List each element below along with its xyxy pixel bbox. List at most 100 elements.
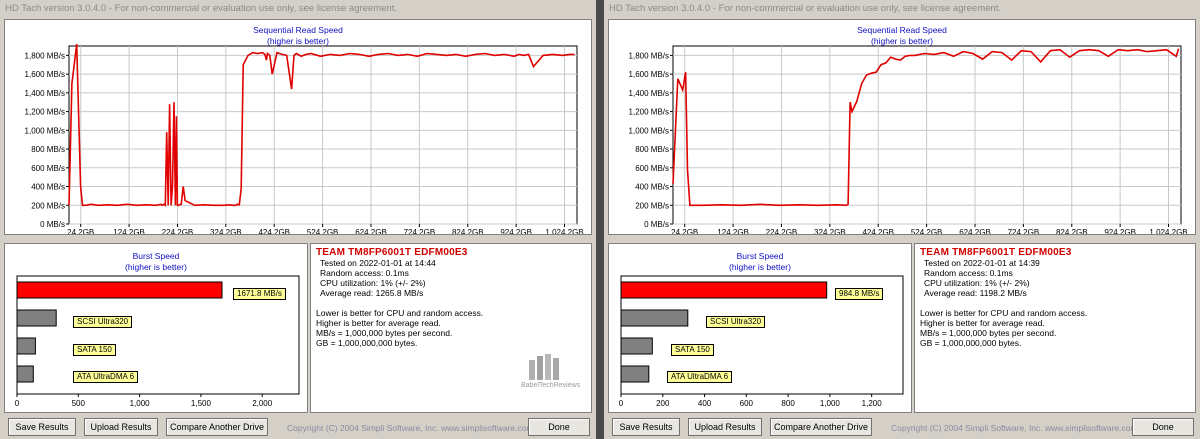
done-button[interactable]: Done	[528, 418, 590, 436]
window-title: HD Tach version 3.0.4.0 - For non-commer…	[5, 3, 397, 14]
burst-value-label: 1671.8 MB/s	[233, 288, 286, 300]
y-tick-label: 1,200 MB/s	[629, 108, 669, 117]
x-tick-label: 1,000	[130, 399, 151, 408]
scsi-label: SCSI Ultra320	[73, 316, 133, 328]
x-tick-label: 924.2GB	[1104, 228, 1136, 234]
screenshot-divider	[596, 0, 604, 439]
x-tick-label: 1,024.2GB	[1149, 228, 1187, 234]
sata-label: SATA 150	[73, 344, 116, 356]
copyright-text: Copyright (C) 2004 Simpli Software, Inc.…	[891, 423, 1138, 433]
watermark-logo	[529, 354, 559, 380]
x-tick-label: 1,200	[862, 399, 883, 408]
reference-bar	[620, 309, 689, 327]
copyright-text: Copyright (C) 2004 Simpli Software, Inc.…	[287, 423, 534, 433]
x-tick-label: 1,024.2GB	[545, 228, 583, 234]
tested-on: Tested on 2022-01-01 at 14:44	[320, 258, 436, 268]
tested-on: Tested on 2022-01-01 at 14:39	[924, 258, 1040, 268]
x-tick-label: 0	[619, 399, 624, 408]
x-tick-label: 0	[15, 399, 20, 408]
x-tick-label: 324.2GB	[814, 228, 846, 234]
note-line: Higher is better for average read.	[316, 318, 441, 328]
y-tick-label: 1,600 MB/s	[25, 70, 65, 79]
ata-label: ATA UltraDMA 6	[73, 371, 139, 383]
burst-speed-panel: Burst Speed (higher is better) 0 500 1,000…	[4, 243, 308, 413]
burst-bar	[620, 281, 828, 299]
save-results-button[interactable]: Save Results	[8, 418, 76, 436]
y-tick-label: 1,600 MB/s	[629, 70, 669, 79]
x-tick-label: 600	[740, 399, 754, 408]
x-tick-label: 824.2GB	[452, 228, 484, 234]
y-tick-label: 1,800 MB/s	[25, 51, 65, 60]
x-tick-label: 200	[656, 399, 670, 408]
x-tick-label: 824.2GB	[1056, 228, 1088, 234]
x-tick-label: 524.2GB	[307, 228, 339, 234]
cpu-utilization: CPU utilization: 1% (+/- 2%)	[924, 278, 1030, 288]
drive-name: TEAM TM8FP6001T EDFM00E3	[316, 247, 468, 258]
x-tick-label: 1,000	[820, 399, 841, 408]
burst-bar	[16, 281, 223, 299]
drive-name: TEAM TM8FP6001T EDFM00E3	[920, 247, 1072, 258]
x-tick-label: 1,500	[191, 399, 212, 408]
y-tick-label: 1,400 MB/s	[629, 89, 669, 98]
save-results-button[interactable]: Save Results	[612, 418, 680, 436]
x-tick-label: 800	[781, 399, 795, 408]
y-tick-label: 600 MB/s	[31, 164, 65, 173]
note-line: Lower is better for CPU and random acces…	[316, 308, 484, 318]
burst-value-label: 984.8 MB/s	[835, 288, 884, 300]
upload-results-button[interactable]: Upload Results	[84, 418, 158, 436]
compare-another-drive-button[interactable]: Compare Another Drive	[770, 418, 872, 436]
done-button[interactable]: Done	[1132, 418, 1194, 436]
reference-bar	[16, 365, 34, 383]
average-read: Average read: 1198.2 MB/s	[924, 288, 1027, 298]
x-tick-label: 400	[698, 399, 712, 408]
y-tick-label: 200 MB/s	[31, 201, 65, 210]
x-tick-label: 924.2GB	[500, 228, 532, 234]
y-tick-label: 400 MB/s	[635, 183, 669, 192]
y-tick-label: 0 MB/s	[40, 220, 65, 229]
x-tick-label: 24.2GB	[671, 228, 698, 234]
y-tick-label: 800 MB/s	[31, 145, 65, 154]
sequential-read-chart: 1,800 MB/s 1,600 MB/s 1,400 MB/s 1,200 MB/s…	[25, 44, 584, 234]
reference-bar	[620, 337, 653, 355]
x-tick-label: 224.2GB	[162, 228, 194, 234]
watermark-text: BabelTechReviews	[521, 382, 581, 389]
reference-bar	[16, 337, 36, 355]
sata-label: SATA 150	[671, 344, 714, 356]
sequential-read-panel: Sequential Read Speed (higher is better)…	[4, 19, 592, 235]
y-tick-label: 1,400 MB/s	[25, 89, 65, 98]
compare-another-drive-button[interactable]: Compare Another Drive	[166, 418, 268, 436]
x-tick-label: 624.2GB	[355, 228, 387, 234]
note-line: GB = 1,000,000,000 bytes.	[316, 338, 418, 348]
x-tick-label: 124.2GB	[113, 228, 145, 234]
y-tick-label: 1,000 MB/s	[25, 126, 65, 135]
x-tick-label: 24.2GB	[67, 228, 94, 234]
burst-speed-chart: 0 200 400 600 800 1,000 1,200	[619, 275, 904, 408]
y-tick-label: 200 MB/s	[635, 201, 669, 210]
burst-speed-panel: Burst Speed (higher is better) 0 200 400 60…	[608, 243, 912, 413]
results-info-panel: TEAM TM8FP6001T EDFM00E3 Tested on 2022-…	[310, 243, 592, 413]
y-tick-label: 1,800 MB/s	[629, 51, 669, 60]
burst-speed-chart: 0 500 1,000 1,500 2,000	[15, 275, 300, 408]
y-tick-label: 800 MB/s	[635, 145, 669, 154]
reference-bar	[16, 309, 57, 327]
x-tick-label: 2,000	[252, 399, 273, 408]
results-info-panel: TEAM TM8FP6001T EDFM00E3 Tested on 2022-…	[914, 243, 1196, 413]
x-tick-label: 500	[72, 399, 86, 408]
x-tick-label: 724.2GB	[404, 228, 436, 234]
note-line: MB/s = 1,000,000 bytes per second.	[920, 328, 1057, 338]
upload-results-button[interactable]: Upload Results	[688, 418, 762, 436]
x-tick-label: 224.2GB	[766, 228, 798, 234]
title-bar: HD Tach version 3.0.4.0 - For non-commer…	[604, 0, 1200, 18]
scsi-label: SCSI Ultra320	[706, 316, 766, 328]
y-tick-label: 1,000 MB/s	[629, 126, 669, 135]
note-line: GB = 1,000,000,000 bytes.	[920, 338, 1022, 348]
ata-label: ATA UltraDMA 6	[667, 371, 733, 383]
average-read: Average read: 1265.8 MB/s	[320, 288, 424, 298]
x-tick-label: 424.2GB	[258, 228, 290, 234]
note-line: Higher is better for average read.	[920, 318, 1045, 328]
cpu-utilization: CPU utilization: 1% (+/- 2%)	[320, 278, 426, 288]
sequential-read-chart: 1,800 MB/s 1,600 MB/s 1,400 MB/s 1,200 MB/s…	[629, 45, 1188, 234]
random-access: Random access: 0.1ms	[924, 268, 1013, 278]
y-tick-label: 600 MB/s	[635, 164, 669, 173]
random-access: Random access: 0.1ms	[320, 268, 409, 278]
